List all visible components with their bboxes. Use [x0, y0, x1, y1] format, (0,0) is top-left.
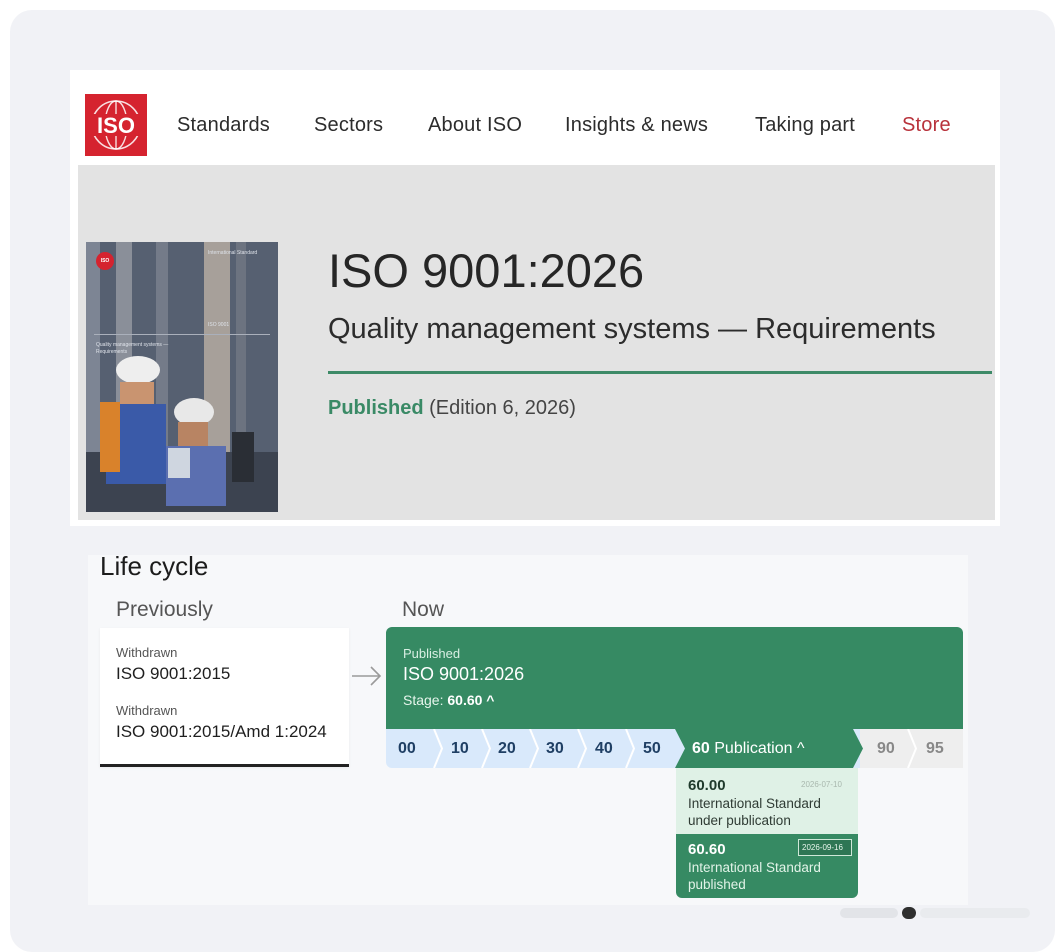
substage-description: International Standard published — [688, 860, 821, 892]
active-stage-label[interactable]: 60 Publication ^ — [692, 740, 804, 758]
previously-heading: Previously — [116, 598, 213, 621]
standard-title: Quality management systems — Requirement… — [328, 313, 936, 345]
substage-code: 60.60 — [688, 841, 726, 858]
publication-status: Published (Edition 6, 2026) — [328, 397, 576, 420]
current-edition-box: Published ISO 9001:2026 Stage: 60.60 ^ — [386, 627, 963, 729]
cover-title: Quality management systems — Requirement… — [96, 342, 169, 355]
cover-number: ISO 9001 — [208, 322, 230, 328]
substage-dropdown: 60.00 2026-07-10 International Standard … — [676, 768, 858, 898]
status-badge: Published — [328, 397, 424, 419]
cover-iso-badge: ISO — [96, 252, 114, 270]
stage-90[interactable]: 90 — [877, 740, 895, 758]
cover-kind: International Standard — [208, 250, 258, 256]
stage-bar: 00 10 20 30 40 50 60 Publication ^ 90 95 — [386, 729, 963, 768]
edition-text: (Edition 6, 2026) — [429, 397, 576, 419]
nav-about-iso[interactable]: About ISO — [428, 114, 522, 137]
nav-sectors[interactable]: Sectors — [314, 114, 383, 137]
standard-number: ISO 9001:2026 — [328, 244, 645, 297]
title-divider — [328, 371, 992, 374]
stage-30[interactable]: 30 — [546, 740, 564, 758]
active-stage-code: 60 — [692, 740, 710, 757]
stage-95[interactable]: 95 — [926, 740, 944, 758]
substage-date: 2026-07-10 — [801, 780, 842, 789]
previous-status: Withdrawn — [116, 703, 178, 718]
standard-card: ISO Standards Sectors About ISO Insights… — [70, 70, 1000, 526]
arrow-right-icon — [352, 666, 382, 686]
cover-divider — [94, 334, 270, 335]
logo-text: ISO — [97, 113, 135, 138]
globe-icon: ISO — [88, 100, 144, 150]
top-navigation: ISO Standards Sectors About ISO Insights… — [70, 70, 1000, 165]
nav-insights-news[interactable]: Insights & news — [565, 114, 708, 137]
previous-amendment-link[interactable]: ISO 9001:2015/Amd 1:2024 — [116, 722, 327, 742]
nav-store[interactable]: Store — [902, 114, 951, 137]
life-cycle-title: Life cycle — [100, 551, 209, 581]
now-heading: Now — [402, 598, 445, 621]
stage-label: Stage: — [403, 692, 444, 708]
substage-date: 2026-09-16 — [802, 843, 843, 852]
iso-logo[interactable]: ISO — [85, 94, 147, 156]
standard-hero: ISO International Standard ISO 9001 Qual… — [78, 165, 995, 520]
previous-status: Withdrawn — [116, 645, 178, 660]
stage-00[interactable]: 00 — [398, 740, 416, 758]
nav-taking-part[interactable]: Taking part — [755, 114, 855, 137]
substage-item[interactable]: 60.00 2026-07-10 International Standard … — [676, 768, 858, 834]
standard-cover-image[interactable]: ISO International Standard ISO 9001 Qual… — [86, 242, 278, 512]
stage-40[interactable]: 40 — [595, 740, 613, 758]
workers-photo — [86, 242, 278, 512]
substage-description: International Standard under publication — [688, 796, 821, 828]
previous-standard-link[interactable]: ISO 9001:2015 — [116, 664, 230, 684]
previous-editions-box: Withdrawn ISO 9001:2015 Withdrawn ISO 90… — [100, 628, 349, 767]
stage-20[interactable]: 20 — [498, 740, 516, 758]
stage-10[interactable]: 10 — [451, 740, 469, 758]
current-standard-number: ISO 9001:2026 — [403, 664, 525, 684]
stage-value: 60.60 ^ — [447, 692, 495, 708]
substage-code: 60.00 — [688, 777, 726, 794]
stage-50[interactable]: 50 — [643, 740, 661, 758]
active-stage-name: Publication ^ — [714, 740, 805, 757]
scrollbar[interactable] — [840, 906, 1030, 920]
stage-toggle[interactable]: Stage: 60.60 ^ — [403, 692, 494, 708]
current-status: Published — [403, 646, 461, 661]
nav-standards[interactable]: Standards — [177, 114, 270, 137]
